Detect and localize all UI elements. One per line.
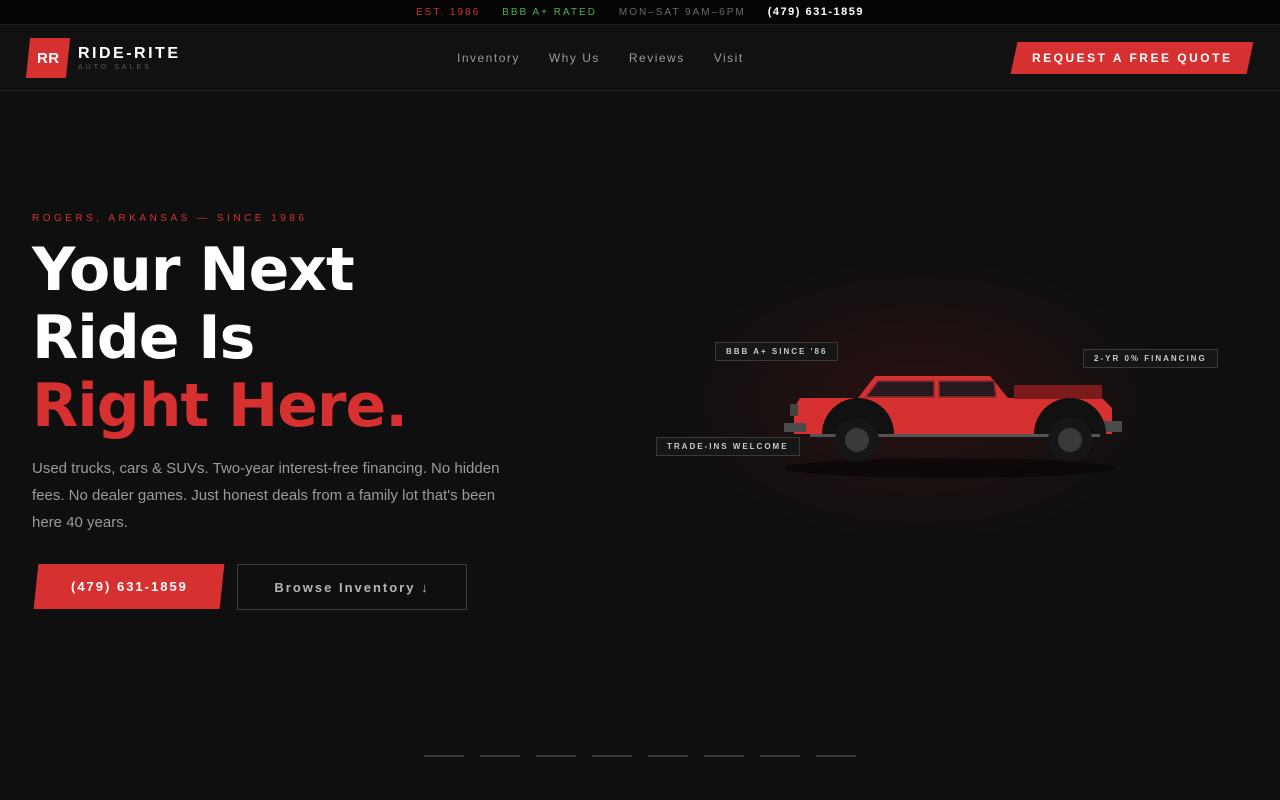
headline-line-3: Right Here.: [32, 371, 408, 441]
main-navigation: RR RIDE-RITE AUTO SALES Inventory Why Us…: [0, 25, 1280, 91]
logo-text: RIDE-RITE AUTO SALES: [78, 44, 181, 71]
business-hours-text: MON–SAT 9AM–6PM: [618, 6, 746, 18]
hero-headline: Your Next Ride Is Right Here.: [32, 235, 408, 441]
tag-financing: 2-YR 0% FINANCING: [1083, 349, 1218, 368]
request-quote-button[interactable]: REQUEST A FREE QUOTE: [1010, 42, 1254, 74]
truck-front-bumper: [784, 423, 806, 432]
truck-rear-hub: [1058, 428, 1082, 452]
carousel-dot[interactable]: [704, 755, 744, 757]
carousel-indicators: [424, 755, 856, 757]
nav-links: Inventory Why Us Reviews Visit: [457, 51, 744, 65]
truck-front-hub: [845, 428, 869, 452]
hero-eyebrow: ROGERS, ARKANSAS — SINCE 1986: [32, 213, 308, 224]
headline-line-2: Ride Is: [32, 303, 255, 373]
carousel-dot[interactable]: [760, 755, 800, 757]
nav-link-inventory[interactable]: Inventory: [457, 51, 520, 65]
truck-rear-bumper: [1104, 421, 1122, 432]
truck-rear-window: [938, 380, 997, 398]
carousel-dot[interactable]: [648, 755, 688, 757]
truck-illustration: [784, 376, 1122, 478]
bbb-rating-text: BBB A+ RATED: [502, 6, 597, 18]
nav-link-visit[interactable]: Visit: [714, 51, 744, 65]
logo-badge: RR: [25, 38, 71, 78]
call-phone-label: (479) 631-1859: [70, 579, 188, 594]
hero-description: Used trucks, cars & SUVs. Two-year inter…: [32, 460, 500, 531]
headline-line-1: Your Next: [32, 235, 355, 305]
truck-front-window: [864, 380, 935, 398]
topbar-phone-link[interactable]: (479) 631-1859: [768, 6, 864, 18]
brand-logo[interactable]: RR RIDE-RITE AUTO SALES: [25, 38, 181, 78]
tag-trade-ins: TRADE-INS WELCOME: [656, 437, 800, 456]
established-text: EST. 1986: [416, 6, 481, 18]
brand-subtitle: AUTO SALES: [78, 63, 152, 71]
carousel-dot[interactable]: [816, 755, 856, 757]
nav-link-why-us[interactable]: Why Us: [549, 51, 600, 65]
browse-inventory-button[interactable]: Browse Inventory ↓: [237, 564, 467, 610]
carousel-dot[interactable]: [480, 755, 520, 757]
carousel-dot[interactable]: [424, 755, 464, 757]
call-phone-button[interactable]: (479) 631-1859: [33, 564, 225, 609]
nav-link-reviews[interactable]: Reviews: [629, 51, 685, 65]
carousel-dot[interactable]: [592, 755, 632, 757]
truck-bed-rail: [1014, 385, 1102, 399]
top-info-bar: EST. 1986 BBB A+ RATED MON–SAT 9AM–6PM (…: [0, 0, 1280, 25]
logo-badge-text: RR: [36, 49, 60, 67]
truck-headlight: [790, 404, 798, 416]
brand-name: RIDE-RITE: [78, 44, 181, 62]
request-quote-label: REQUEST A FREE QUOTE: [1031, 51, 1233, 65]
carousel-dot[interactable]: [536, 755, 576, 757]
tag-bbb: BBB A+ SINCE '86: [715, 342, 839, 361]
